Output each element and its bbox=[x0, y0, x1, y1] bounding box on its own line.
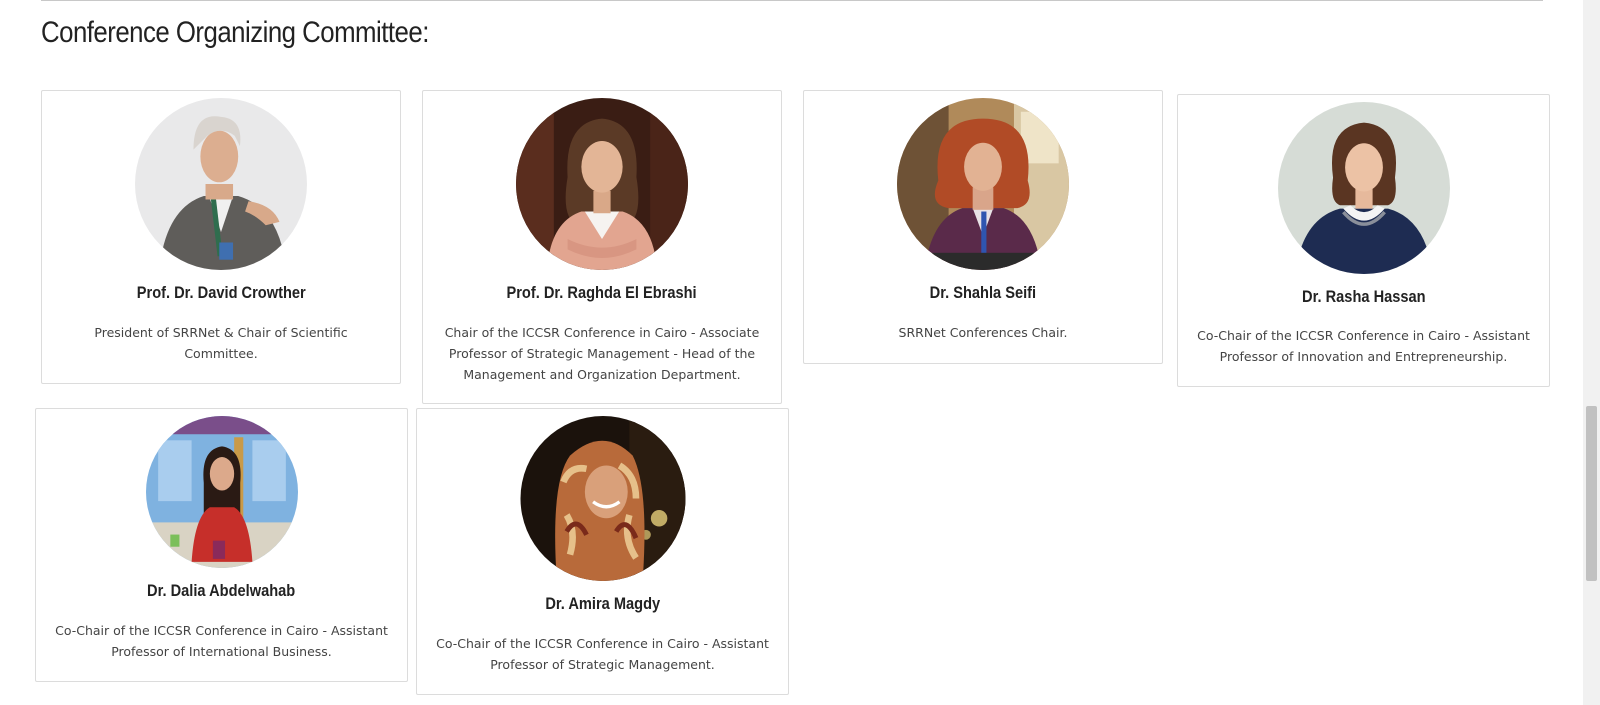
member-photo bbox=[520, 416, 685, 581]
member-role: SRRNet Conferences Chair. bbox=[898, 325, 1068, 340]
member-card: Dr. Shahla Seifi SRRNet Conferences Chai… bbox=[803, 90, 1163, 364]
section-divider bbox=[41, 0, 1543, 1]
member-name: Dr. Shahla Seifi bbox=[929, 283, 1037, 302]
member-photo bbox=[897, 98, 1069, 270]
member-photo bbox=[516, 98, 688, 270]
member-role: Co-Chair of the ICCSR Conference in Cair… bbox=[1197, 328, 1530, 364]
member-role: President of SRRNet & Chair of Scientifi… bbox=[94, 325, 348, 361]
member-role: Co-Chair of the ICCSR Conference in Cair… bbox=[436, 636, 769, 672]
scrollbar-track[interactable] bbox=[1583, 0, 1600, 705]
member-card: Dr. Rasha Hassan Co-Chair of the ICCSR C… bbox=[1177, 94, 1550, 387]
member-card: Dr. Dalia Abdelwahab Co-Chair of the ICC… bbox=[35, 408, 408, 682]
member-name: Prof. Dr. Raghda El Ebrashi bbox=[506, 283, 698, 302]
member-name: Dr. Dalia Abdelwahab bbox=[147, 581, 296, 600]
member-role: Co-Chair of the ICCSR Conference in Cair… bbox=[55, 623, 388, 659]
member-card: Dr. Amira Magdy Co-Chair of the ICCSR Co… bbox=[416, 408, 789, 695]
section-title: Conference Organizing Committee: bbox=[41, 16, 429, 49]
page: Conference Organizing Committee: Prof. D… bbox=[0, 0, 1600, 705]
member-name: Dr. Rasha Hassan bbox=[1301, 287, 1426, 306]
member-photo bbox=[135, 98, 307, 270]
member-photo bbox=[1277, 102, 1450, 274]
member-photo bbox=[145, 416, 298, 568]
member-name: Dr. Amira Magdy bbox=[545, 594, 660, 613]
member-card: Prof. Dr. David Crowther President of SR… bbox=[41, 90, 401, 384]
member-card: Prof. Dr. Raghda El Ebrashi Chair of the… bbox=[422, 90, 782, 404]
scrollbar-thumb[interactable] bbox=[1586, 406, 1597, 581]
member-name: Prof. Dr. David Crowther bbox=[136, 283, 306, 302]
member-role: Chair of the ICCSR Conference in Cairo -… bbox=[444, 325, 760, 382]
